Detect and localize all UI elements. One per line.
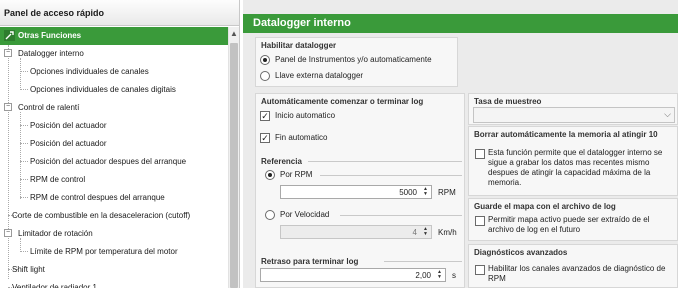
wrench-icon: [4, 30, 15, 41]
radio-by-speed-label[interactable]: Por Velocidad: [280, 210, 329, 219]
category-label: Otras Funciones: [18, 31, 82, 40]
tree-item-limitador-rotacion[interactable]: Limitador de rotación: [18, 225, 93, 243]
delay-unit: s: [452, 271, 456, 280]
tree-item-posicion-actuador[interactable]: Posición del actuador: [30, 117, 107, 135]
auto-start-checkbox[interactable]: ✓: [260, 111, 270, 121]
rpm-input[interactable]: 5000 ▲ ▼: [280, 185, 432, 199]
radio-panel-instrumentos-label[interactable]: Panel de Instrumentos y/o automaticament…: [275, 55, 432, 64]
sample-rate-select[interactable]: ⌵: [473, 107, 675, 123]
auto-erase-title: Borrar automáticamente la memoria al ati…: [474, 130, 658, 139]
tree-item-ventilador-radiador[interactable]: Ventilador de radiador 1: [12, 279, 97, 288]
category-header-otras-funciones[interactable]: Otras Funciones ⌃: [0, 27, 239, 45]
tree-item-opciones-canales-digitais[interactable]: Opciones individuales de canales digitai…: [30, 81, 176, 99]
tree-item-opciones-canales[interactable]: Opciones individuales de canales: [30, 63, 149, 81]
rpm-value: 5000: [399, 188, 417, 197]
radio-by-rpm[interactable]: [265, 170, 275, 180]
tree-item-posicion-actuador-arranque[interactable]: Posición del actuador despues del arranq…: [30, 153, 186, 171]
radio-llave-externa[interactable]: [260, 71, 270, 81]
radio-llave-externa-label[interactable]: Llave externa datalogger: [275, 71, 363, 80]
auto-log-title: Automáticamente comenzar o terminar log: [261, 97, 424, 106]
collapse-toggle-ralenti[interactable]: −: [4, 103, 12, 111]
auto-erase-description[interactable]: Esta función permite que el datalogger i…: [488, 148, 668, 188]
reference-title: Referencia: [261, 157, 302, 166]
auto-erase-checkbox[interactable]: [475, 149, 485, 159]
chevron-down-icon[interactable]: ⌵: [664, 109, 671, 120]
tree-item-cutoff[interactable]: Corte de combustible en la desaceleracio…: [12, 207, 190, 225]
collapse-toggle-limitador[interactable]: −: [4, 229, 12, 237]
speed-value: 4: [412, 228, 417, 237]
delay-spinner-icon[interactable]: ▲ ▼: [435, 270, 444, 280]
tree-item-control-ralenti[interactable]: Control de ralentí: [18, 99, 79, 117]
tree-item-limite-rpm-temperatura[interactable]: Límite de RPM por temperatura del motor: [30, 243, 178, 261]
delay-value: 2,00: [415, 271, 431, 280]
delay-input[interactable]: 2,00 ▲ ▼: [260, 268, 446, 282]
tree-item-rpm-control[interactable]: RPM de control: [30, 171, 85, 189]
radio-panel-instrumentos[interactable]: [260, 55, 270, 65]
auto-end-label[interactable]: Fin automatico: [275, 133, 327, 142]
sample-rate-group: Tasa de muestreo ⌵: [468, 93, 678, 125]
save-map-checkbox[interactable]: [475, 216, 485, 226]
tree-item-datalogger-interno[interactable]: Datalogger interno: [16, 45, 90, 63]
advanced-diagnostics-group: Diagnósticos avanzados Habilitar los can…: [468, 244, 678, 288]
radio-by-rpm-label[interactable]: Por RPM: [280, 170, 312, 179]
main-panel: Datalogger interno Habilitar datalogger …: [243, 0, 678, 288]
collapse-toggle-datalogger[interactable]: −: [4, 49, 12, 57]
sample-rate-title: Tasa de muestreo: [474, 97, 542, 106]
speed-spinner-icon[interactable]: ▲ ▼: [421, 227, 430, 237]
delay-title: Retraso para terminar log: [261, 257, 359, 266]
scrollbar-thumb[interactable]: [230, 43, 238, 288]
auto-start-label[interactable]: Inicio automatico: [275, 111, 335, 120]
auto-log-group: Automáticamente comenzar o terminar log …: [255, 93, 465, 288]
rpm-spinner-icon[interactable]: ▲ ▼: [421, 187, 430, 197]
tree-item-posicion-actuador-2[interactable]: Posición del actuador: [30, 135, 107, 153]
speed-input[interactable]: 4 ▲ ▼: [280, 225, 432, 239]
save-map-group: Guarde el mapa con el archivo de log Per…: [468, 198, 678, 241]
function-tree: − Datalogger interno Opciones individual…: [0, 45, 228, 288]
scroll-up-icon[interactable]: ▲: [228, 27, 239, 41]
enable-datalogger-group: Habilitar datalogger Panel de Instrument…: [255, 37, 458, 87]
page-title: Datalogger interno: [243, 14, 678, 33]
advanced-diagnostics-description[interactable]: Habilitar los canales avanzados de diagn…: [488, 264, 674, 284]
advanced-diagnostics-title: Diagnósticos avanzados: [474, 248, 568, 257]
quick-access-title: Panel de acceso rápido: [0, 0, 239, 26]
tree-item-shift-light[interactable]: Shift light: [12, 261, 45, 279]
save-map-title: Guarde el mapa con el archivo de log: [474, 202, 616, 211]
rpm-unit: RPM: [438, 188, 456, 197]
speed-unit: Km/h: [438, 228, 457, 237]
radio-by-speed[interactable]: [265, 210, 275, 220]
auto-end-checkbox[interactable]: ✓: [260, 133, 270, 143]
quick-access-panel: Panel de acceso rápido Otras Funciones ⌃…: [0, 0, 240, 288]
advanced-diagnostics-checkbox[interactable]: [475, 265, 485, 275]
save-map-description[interactable]: Permitir mapa activo puede ser extraído …: [488, 215, 674, 235]
auto-erase-group: Borrar automáticamente la memoria al ati…: [468, 126, 678, 196]
tree-item-rpm-control-arranque[interactable]: RPM de control despues del arranque: [30, 189, 165, 207]
enable-datalogger-title: Habilitar datalogger: [261, 41, 337, 50]
